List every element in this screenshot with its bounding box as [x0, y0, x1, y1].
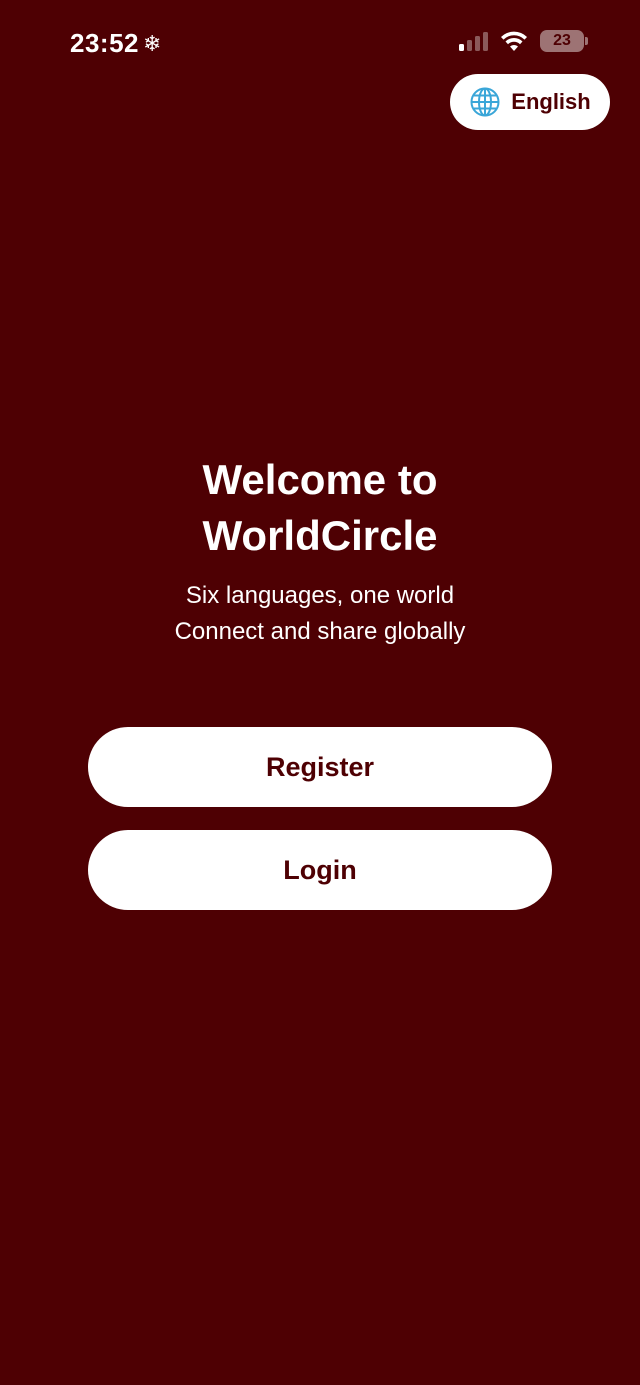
subtitle-line-2: Connect and share globally	[174, 618, 466, 645]
clock-label: 23:52	[70, 28, 139, 58]
language-label: English	[511, 89, 591, 114]
wifi-icon	[501, 31, 527, 51]
battery-icon: 23	[540, 30, 588, 52]
status-indicators: 23	[459, 30, 588, 52]
page-title: Welcome to WorldCircle	[0, 452, 640, 564]
register-button[interactable]: Register	[88, 727, 552, 807]
welcome-section: Welcome to WorldCircle Six languages, on…	[0, 452, 640, 650]
globe-icon	[470, 87, 500, 117]
subtitle-line-1: Six languages, one world	[185, 582, 455, 609]
login-button[interactable]: Login	[88, 830, 552, 910]
status-time: 23:52 ❄	[70, 28, 162, 59]
snowflake-icon: ❄	[143, 30, 162, 56]
signal-icon	[459, 31, 488, 51]
language-select-button[interactable]: English	[450, 74, 610, 130]
battery-level: 23	[553, 32, 571, 49]
title-line-2: WorldCircle	[202, 512, 438, 559]
title-line-1: Welcome to	[202, 456, 438, 503]
page-subtitle: Six languages, one world Connect and sha…	[0, 578, 640, 650]
